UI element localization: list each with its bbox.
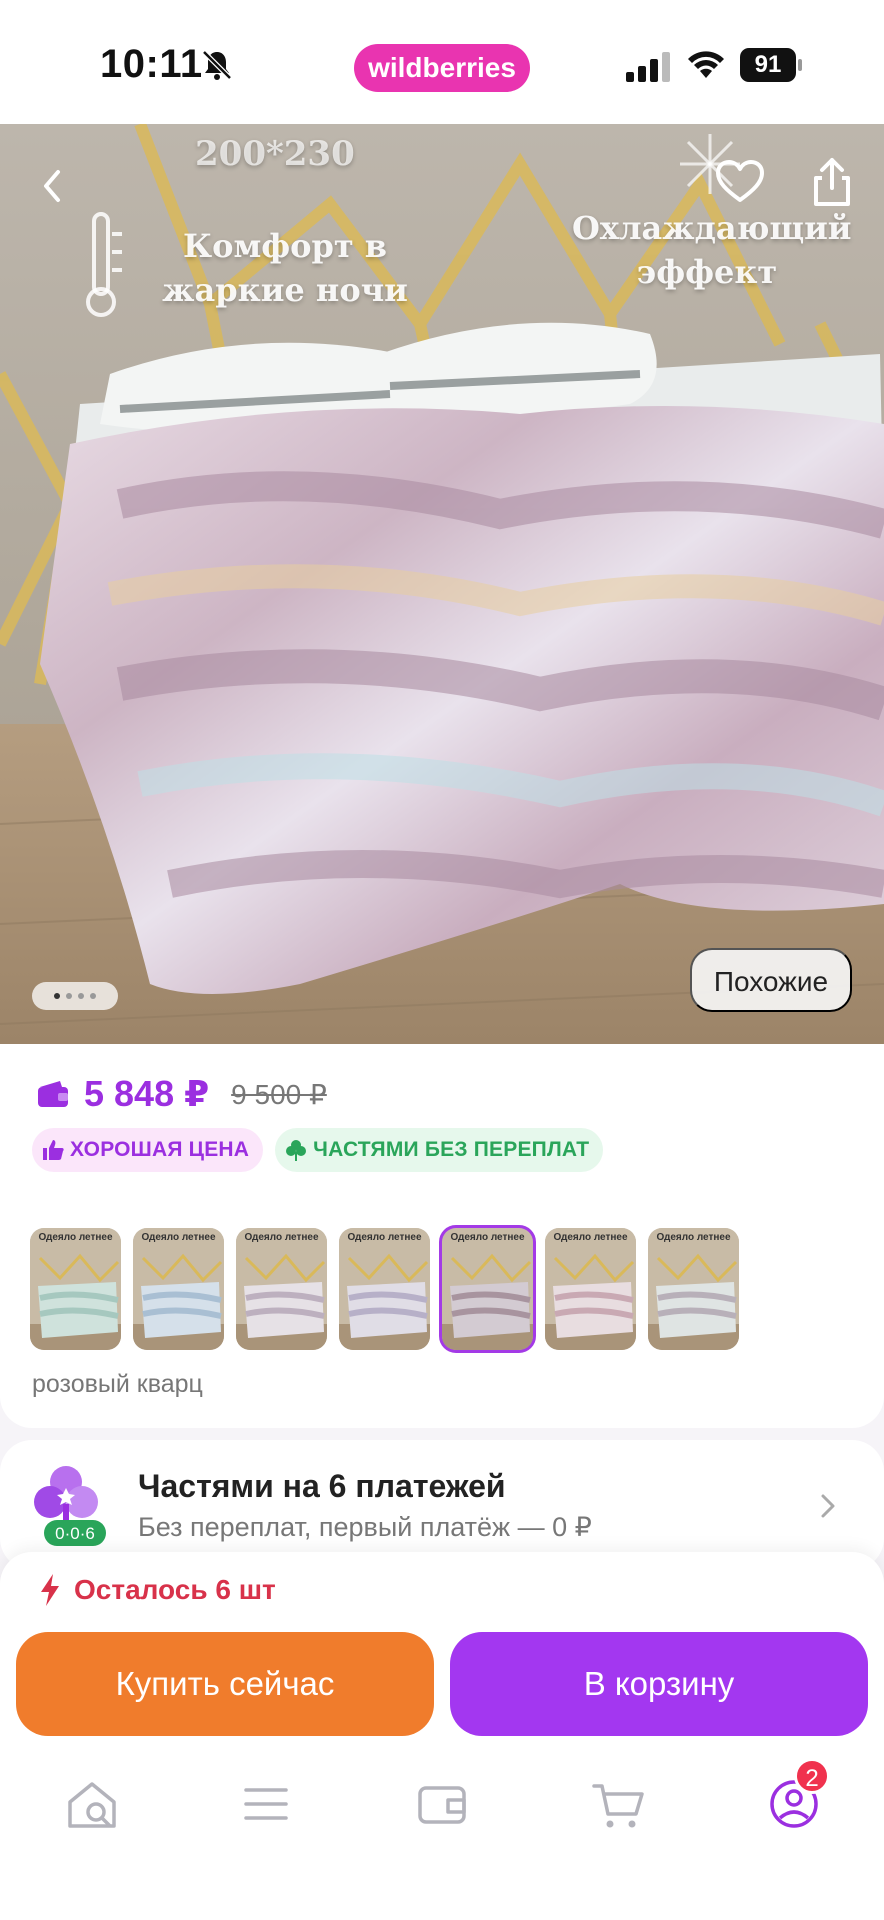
similar-button[interactable]: Похожие: [690, 948, 852, 1012]
product-image-gallery[interactable]: 200*230 Комфорт в жаркие ночи Охлаждающи…: [0, 124, 884, 1044]
color-variants: Одеяло летнее Одеяло летнее Одеяло летнее О…: [30, 1225, 739, 1353]
good-price-label: ХОРОШАЯ ЦЕНА: [70, 1138, 250, 1161]
product-info-card: 5 848 ₽ 9 500 ₽ ХОРОШАЯ ЦЕНА ЧАСТЯМИ БЕЗ…: [0, 1044, 884, 1428]
installments-card[interactable]: 0·0·6 Частями на 6 платежей Без переплат…: [0, 1440, 884, 1570]
status-bar: 10:11 wildberries 91: [0, 0, 884, 124]
selected-color-name: розовый кварц: [32, 1370, 203, 1398]
chevron-right-icon: [821, 1494, 835, 1518]
installments-subtitle: Без переплат, первый платёж — 0 ₽: [138, 1512, 592, 1542]
comfort-overlay-text: Комфорт в жаркие ночи: [162, 227, 408, 309]
installments-title: Частями на 6 платежей: [138, 1468, 506, 1504]
old-price: 9 500 ₽: [231, 1078, 327, 1110]
tab-bar: 2: [0, 1758, 884, 1874]
cooling-overlay-text: Охлаждающий эффект: [572, 209, 852, 291]
wallet-icon: [38, 1081, 68, 1107]
variant-photo: [648, 1228, 739, 1350]
variant-photo: [236, 1228, 327, 1350]
cart-icon[interactable]: [588, 1774, 648, 1834]
installments-badge[interactable]: ЧАСТЯМИ БЕЗ ПЕРЕПЛАТ: [275, 1128, 604, 1172]
purchase-sheet: Осталось 6 шт Купить сейчас В корзину 2: [0, 1552, 884, 1920]
wallet-tab-icon[interactable]: [412, 1774, 472, 1834]
battery-icon: 91: [740, 48, 802, 82]
stock-label: Осталось 6 шт: [74, 1574, 276, 1605]
lightning-icon: [41, 1574, 59, 1606]
battery-level: 91: [740, 48, 796, 82]
thumbs-up-icon: [43, 1140, 64, 1160]
share-icon[interactable]: [804, 154, 860, 210]
color-variant-thumb[interactable]: Одеяло летнее: [339, 1228, 430, 1350]
wifi-icon: [688, 51, 724, 78]
color-variant-thumb[interactable]: Одеяло летнее: [648, 1228, 739, 1350]
variant-caption: Одеяло летнее: [553, 1232, 628, 1243]
price: 5 848 ₽: [84, 1073, 210, 1114]
badges: ХОРОШАЯ ЦЕНА ЧАСТЯМИ БЕЗ ПЕРЕПЛАТ: [32, 1128, 604, 1172]
installments-icon-label: 0·0·6: [55, 1524, 95, 1543]
slide-indicator: [32, 982, 118, 1010]
variant-caption: Одеяло летнее: [141, 1232, 216, 1243]
color-variant-thumb[interactable]: Одеяло летнее: [30, 1228, 121, 1350]
size-overlay-text: 200*230: [195, 134, 355, 174]
buy-now-button[interactable]: Купить сейчас: [16, 1632, 434, 1736]
variant-photo: [545, 1228, 636, 1350]
price-row: 5 848 ₽ 9 500 ₽: [36, 1072, 327, 1116]
installments-badge-label: ЧАСТЯМИ БЕЗ ПЕРЕПЛАТ: [313, 1138, 590, 1161]
color-variant-thumb[interactable]: Одеяло летнее: [439, 1225, 536, 1353]
variant-photo: [442, 1228, 533, 1350]
color-variant-thumb[interactable]: Одеяло летнее: [236, 1228, 327, 1350]
good-price-badge[interactable]: ХОРОШАЯ ЦЕНА: [32, 1128, 264, 1172]
variant-photo: [133, 1228, 224, 1350]
variant-caption: Одеяло летнее: [347, 1232, 422, 1243]
variant-photo: [339, 1228, 430, 1350]
add-to-cart-button[interactable]: В корзину: [450, 1632, 868, 1736]
back-icon[interactable]: [26, 158, 82, 214]
variant-caption: Одеяло летнее: [244, 1232, 319, 1243]
variant-caption: Одеяло летнее: [38, 1232, 113, 1243]
variant-caption: Одеяло летнее: [656, 1232, 731, 1243]
stock-indicator: Осталось 6 шт: [38, 1572, 276, 1608]
variant-caption: Одеяло летнее: [450, 1232, 525, 1243]
clover-icon: [286, 1140, 307, 1161]
color-variant-thumb[interactable]: Одеяло летнее: [133, 1228, 224, 1350]
slide-dot: [66, 993, 72, 999]
clock: 10:11: [100, 42, 203, 86]
slide-dot: [54, 993, 60, 999]
app-pill: wildberries: [354, 44, 530, 92]
catalog-icon[interactable]: [236, 1774, 296, 1834]
color-variant-thumb[interactable]: Одеяло летнее: [545, 1228, 636, 1350]
heart-icon[interactable]: [712, 154, 768, 210]
bell-off-icon: [202, 50, 232, 80]
variant-photo: [30, 1228, 121, 1350]
signal-icon: [626, 52, 670, 82]
slide-dot: [78, 993, 84, 999]
slide-dot: [90, 993, 96, 999]
installments-clover-icon: 0·0·6: [34, 1466, 106, 1546]
home-search-icon[interactable]: [62, 1774, 122, 1834]
notification-badge: 2: [794, 1758, 830, 1794]
